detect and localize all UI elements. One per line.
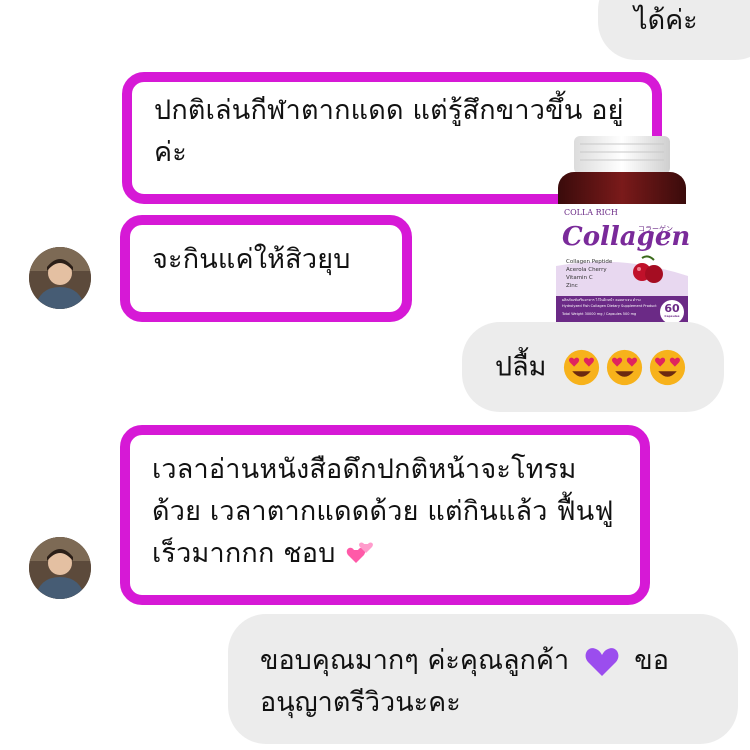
capsule-count-badge: 60 Capsules: [660, 300, 684, 324]
message-text: ปลื้ม: [495, 351, 547, 383]
feature-list: Collagen Peptide Acerola Cherry Vitamin …: [566, 258, 612, 290]
heart-eyes-emoji-icon: [607, 349, 643, 386]
product-info-1: ผลิตภัณฑ์เสริมอาหาร ไว้ในผิวหน้า คอลลาเจ…: [562, 298, 641, 302]
emoji-group: [563, 349, 686, 386]
message-body: เวลาอ่านหนังสือดึกปกติหน้าจะโทรม ด้วย เว…: [152, 454, 614, 569]
message-text: เวลาอ่านหนังสือดึกปกติหน้าจะโทรม ด้วย เว…: [152, 443, 622, 575]
product-name: Collagen: [562, 222, 691, 252]
avatar[interactable]: [29, 537, 91, 599]
outgoing-message-top[interactable]: ได้ค่ะ: [598, 0, 750, 60]
incoming-message-4[interactable]: เวลาอ่านหนังสือดึกปกติหน้าจะโทรม ด้วย เว…: [120, 425, 650, 605]
cherry-icon: [633, 255, 663, 283]
heart-eyes-emoji-icon: [650, 349, 686, 386]
outgoing-message-reply[interactable]: ขอบคุณมากๆ ค่ะคุณลูกค้า ขอ อนุญาตรีวิวนะ…: [228, 614, 738, 744]
purple-heart-icon: [585, 647, 619, 676]
capsule-unit: Capsules: [664, 314, 680, 318]
two-hearts-icon: [347, 542, 374, 563]
product-info-3: Total Weight 30000 mg / Capsules 500 mg: [562, 312, 637, 316]
feature-item: Acerola Cherry: [566, 267, 607, 273]
product-info-2: Hydrolyzed Fish Collagen Dietary Supplem…: [562, 304, 657, 308]
feature-item: Collagen Peptide: [566, 259, 613, 265]
feature-item: Zinc: [566, 283, 578, 289]
reply-line-1: ขอบคุณมากๆ ค่ะคุณลูกค้า ขอ: [260, 640, 738, 682]
message-text: ได้ค่ะ: [634, 5, 698, 36]
avatar[interactable]: [29, 247, 91, 309]
outgoing-message-reaction[interactable]: ปลื้ม: [462, 322, 724, 412]
message-text: จะกินแค่ให้สิวยุบ: [152, 244, 351, 275]
reply-line-2: อนุญาตรีวิวนะคะ: [260, 687, 461, 718]
product-brand: COLLA RICH: [564, 208, 618, 217]
feature-item: Vitamin C: [566, 275, 593, 281]
product-image[interactable]: COLLA RICH コラーゲン Collagen Collagen Pepti…: [552, 136, 692, 336]
message-text: ขอบคุณมากๆ ค่ะคุณลูกค้า: [260, 645, 570, 676]
heart-eyes-emoji-icon: [564, 349, 600, 386]
message-text: ขอ: [634, 645, 669, 676]
incoming-message-2[interactable]: จะกินแค่ให้สิวยุบ: [120, 215, 412, 322]
